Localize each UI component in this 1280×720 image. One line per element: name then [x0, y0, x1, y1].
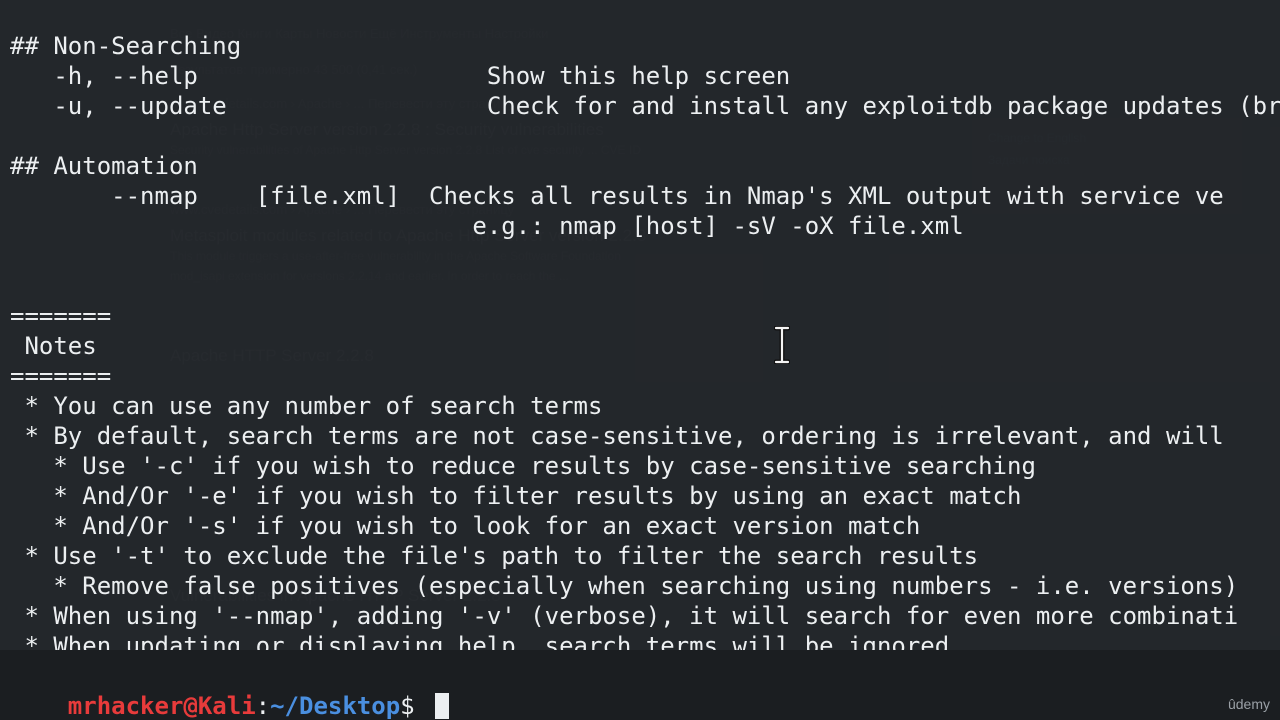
text-cursor-icon	[774, 326, 790, 364]
terminal-line: * And/Or '-s' if you wish to look for an…	[10, 512, 921, 540]
terminal-line: * Use '-t' to exclude the file's path to…	[10, 542, 979, 570]
prompt-symbol: $	[400, 692, 430, 720]
terminal-line: * Remove false positives (especially whe…	[10, 572, 1239, 600]
terminal-output[interactable]: ## Non-Searching -h, --help Show this he…	[0, 0, 1280, 660]
terminal-line: * And/Or '-e' if you wish to filter resu…	[10, 482, 1022, 510]
terminal-line: * By default, search terms are not case-…	[10, 422, 1224, 450]
terminal-line: ## Non-Searching	[10, 32, 242, 60]
terminal-line: * You can use any number of search terms	[10, 392, 603, 420]
terminal-line: =======	[10, 302, 112, 330]
terminal-line: e.g.: nmap [host] -sV -oX file.xml	[10, 212, 964, 240]
terminal-line: --nmap [file.xml] Checks all results in …	[10, 182, 1224, 210]
prompt-user-host: mrhacker@Kali	[67, 692, 256, 720]
terminal-line: =======	[10, 362, 112, 390]
terminal-line: * Use '-c' if you wish to reduce results…	[10, 452, 1036, 480]
shell-prompt[interactable]: mrhacker@Kali:~/Desktop$	[10, 661, 450, 720]
prompt-path: ~/Desktop	[270, 692, 401, 720]
terminal-line: Notes	[10, 332, 97, 360]
desktop-screen: Все Видео Книги Карты Новости Ещё Инстру…	[0, 0, 1280, 720]
terminal-line: ## Automation	[10, 152, 198, 180]
prompt-colon: :	[255, 692, 271, 720]
terminal-cursor	[435, 693, 450, 719]
udemy-watermark: ûdemy	[1227, 696, 1270, 712]
terminal-line: * When using '--nmap', adding '-v' (verb…	[10, 602, 1239, 630]
terminal-line: -h, --help Show this help screen	[10, 62, 791, 90]
terminal-lines: ## Non-Searching -h, --help Show this he…	[10, 31, 1280, 661]
terminal-line: -u, --update Check for and install any e…	[10, 92, 1280, 120]
